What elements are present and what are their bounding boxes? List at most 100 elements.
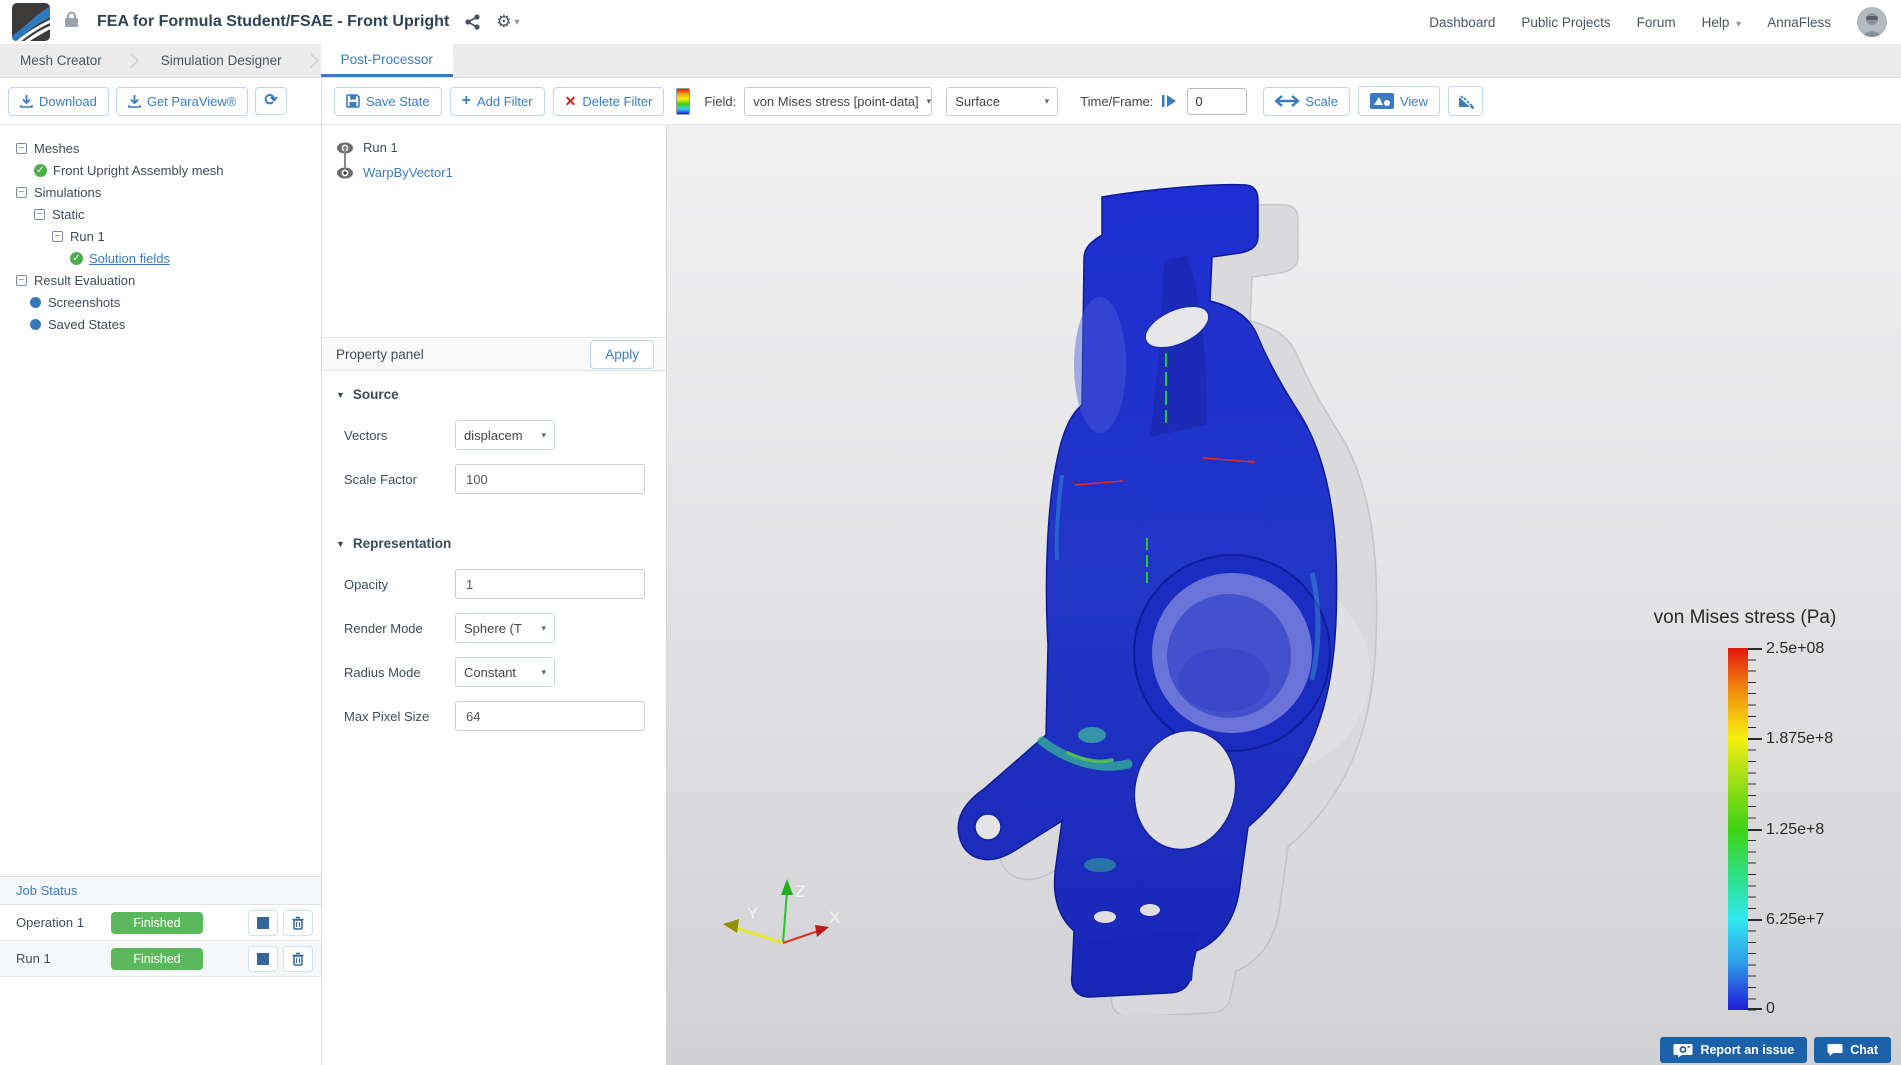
stop-job-button[interactable] [248, 909, 278, 936]
delete-job-button[interactable] [283, 945, 313, 972]
job-row: Operation 1 Finished [0, 905, 321, 941]
simscale-logo[interactable] [12, 3, 50, 41]
colorbar-major-tick [1748, 738, 1762, 740]
nav-dashboard[interactable]: Dashboard [1429, 15, 1495, 30]
avatar[interactable] [1857, 7, 1887, 37]
source-section-header[interactable]: ▼ Source [322, 371, 666, 406]
view-icon [1369, 93, 1394, 109]
play-icon[interactable] [1161, 94, 1177, 108]
radius-mode-select[interactable]: Constant ▾ [455, 657, 555, 687]
collapse-icon[interactable]: − [34, 208, 45, 220]
issue-camera-icon [1673, 1044, 1693, 1057]
workflow-tab-bar: Mesh Creator Simulation Designer Post-Pr… [0, 44, 1901, 78]
chevron-down-icon: ▾ [541, 622, 546, 633]
tab-separator-icon [303, 52, 319, 69]
delete-filter-button[interactable]: ✕ Delete Filter [552, 86, 665, 116]
chevron-down-icon: ▾ [541, 429, 546, 440]
render-mode-select[interactable]: Sphere (T ▾ [455, 613, 555, 643]
scale-button[interactable]: Scale [1263, 86, 1350, 116]
refresh-icon: ⟳ [264, 92, 278, 109]
nav-forum[interactable]: Forum [1637, 15, 1676, 30]
collapse-icon[interactable]: − [16, 274, 27, 286]
collapse-icon[interactable]: − [52, 230, 63, 242]
get-paraview-button[interactable]: Get ParaView® [115, 86, 249, 116]
report-issue-button[interactable]: Report an issue [1660, 1037, 1808, 1063]
trash-icon [292, 916, 304, 930]
collapse-icon[interactable]: − [16, 186, 27, 198]
trash-icon [292, 952, 304, 966]
pipeline-connector [344, 147, 346, 169]
colorbar-title: von Mises stress (Pa) [1653, 607, 1837, 628]
close-icon: ✕ [564, 93, 577, 109]
max-pixel-input[interactable] [455, 701, 645, 731]
delete-job-button[interactable] [283, 909, 313, 936]
lock-icon [64, 11, 79, 33]
job-name: Run 1 [16, 951, 51, 966]
tree-item-saved-states[interactable]: Saved States [0, 313, 321, 335]
tree-item-run1[interactable]: − Run 1 [0, 225, 321, 247]
colormap-editor-icon[interactable] [676, 87, 691, 115]
pipeline-item-warpbyvector[interactable]: WarpByVector1 [322, 160, 666, 185]
vectors-label: Vectors [344, 427, 388, 443]
render-mode-row: Render Mode Sphere (T ▾ [344, 613, 666, 643]
representation-section-header[interactable]: ▼ Representation [322, 520, 666, 555]
toggle-axes-button[interactable] [1447, 86, 1483, 116]
tree-item-simulations[interactable]: − Simulations [0, 181, 321, 203]
filter-property-panel: Run 1 WarpByVector1 Property panel Apply… [322, 125, 667, 1065]
colorbar-tick-label: 0 [1766, 1000, 1775, 1017]
pipeline-item-run1[interactable]: Run 1 [322, 135, 666, 160]
item-dot-icon [30, 318, 41, 330]
refresh-button[interactable]: ⟳ [255, 87, 287, 115]
opacity-input[interactable] [455, 569, 645, 599]
settings-gear-icon[interactable]: ⚙ ▾ [496, 12, 519, 32]
download-icon [20, 94, 33, 108]
chat-button[interactable]: Chat [1814, 1037, 1891, 1063]
radius-mode-label: Radius Mode [344, 664, 421, 680]
job-panel-filler [0, 977, 321, 1065]
render-viewport[interactable]: Z Y X von Mises stress (Pa) 2.5e+08 1.87… [667, 125, 1901, 1065]
tree-item-result-evaluation[interactable]: − Result Evaluation [0, 269, 321, 291]
apply-button[interactable]: Apply [590, 339, 654, 369]
save-state-button[interactable]: Save State [334, 86, 442, 116]
scale-factor-input[interactable] [455, 464, 645, 494]
viewport-overlay-buttons: Report an issue Chat [1660, 1037, 1891, 1063]
tab-simulation-designer[interactable]: Simulation Designer [141, 44, 302, 77]
view-button[interactable]: View [1357, 86, 1440, 116]
colorbar-tick-label: 2.5e+08 [1766, 640, 1825, 657]
scale-arrows-icon [1275, 95, 1300, 107]
nav-username[interactable]: AnnaFless [1767, 15, 1831, 30]
vectors-row: Vectors displacem ▾ [344, 420, 666, 450]
axis-x-label: X [829, 908, 840, 927]
status-badge: Finished [111, 947, 203, 970]
download-icon [128, 94, 141, 108]
tab-separator-icon [123, 52, 140, 69]
nav-help[interactable]: Help ▾ [1702, 15, 1742, 30]
colorbar-gradient [1728, 648, 1748, 1010]
tree-item-screenshots[interactable]: Screenshots [0, 291, 321, 313]
nav-public-projects[interactable]: Public Projects [1521, 15, 1610, 30]
tree-item-solution-fields[interactable]: ✓ Solution fields [0, 247, 321, 269]
tab-mesh-creator[interactable]: Mesh Creator [0, 44, 122, 77]
property-panel-title: Property panel [336, 346, 424, 362]
download-button[interactable]: Download [8, 86, 109, 116]
stop-job-button[interactable] [248, 945, 278, 972]
field-select[interactable]: von Mises stress [point-data] ▾ [744, 86, 933, 116]
tab-post-processor[interactable]: Post-Processor [320, 44, 453, 77]
colorbar-tick-label: 1.875e+8 [1766, 730, 1834, 747]
collapse-icon[interactable]: − [16, 142, 27, 154]
item-dot-icon [30, 296, 41, 308]
add-filter-button[interactable]: + Add Filter [449, 86, 545, 116]
share-icon[interactable] [465, 14, 480, 30]
save-icon [346, 94, 360, 108]
time-frame-input[interactable] [1187, 87, 1248, 115]
display-mode-select[interactable]: Surface ▾ [946, 86, 1059, 116]
tree-item-mesh[interactable]: ✓ Front Upright Assembly mesh [0, 159, 321, 181]
tree-item-static[interactable]: − Static [0, 203, 321, 225]
colorbar-tick-label: 6.25e+7 [1766, 911, 1825, 928]
axis-z-label: Z [795, 882, 805, 901]
tree-item-meshes[interactable]: − Meshes [0, 137, 321, 159]
axes-triad-icon [1458, 95, 1474, 109]
vectors-select[interactable]: displacem ▾ [455, 420, 555, 450]
chevron-down-icon: ▾ [541, 666, 546, 677]
project-tree-panel: Download Get ParaView® ⟳ − Meshes ✓ Fron… [0, 78, 322, 1065]
